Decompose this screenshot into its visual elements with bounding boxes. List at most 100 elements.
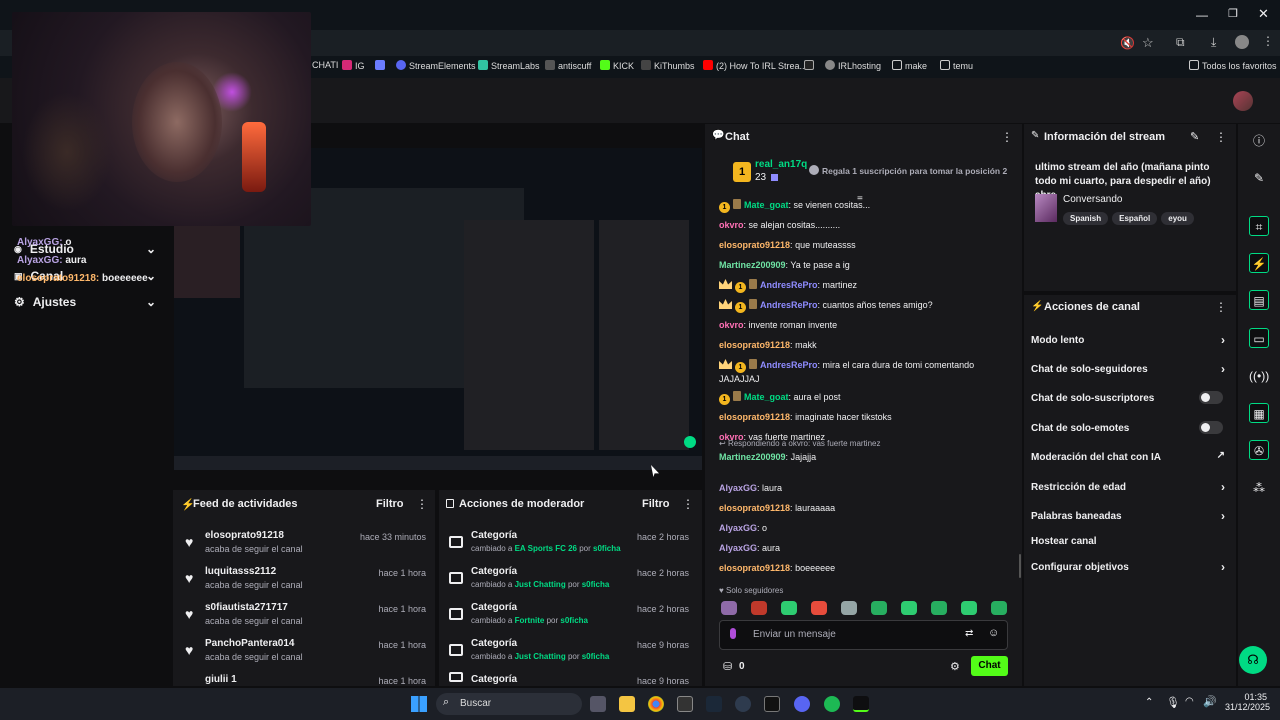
filter-button[interactable]: Filtro [642, 498, 670, 510]
layout-icon[interactable]: ▦ [1249, 403, 1269, 423]
microphone-icon[interactable]: 🎙 [1166, 696, 1180, 709]
steam-icon[interactable] [706, 696, 722, 712]
emoji-icon[interactable]: ☺ [988, 627, 999, 639]
more-options-icon[interactable]: ⋮ [1001, 130, 1013, 144]
moderator-name[interactable]: s0ficha [582, 580, 610, 589]
follower-name[interactable]: elosoprato91218 [205, 530, 284, 541]
chat-username[interactable]: elosoprato91218 [719, 412, 790, 422]
chat-username[interactable]: AndresRePro [760, 300, 818, 310]
emote-icon[interactable] [991, 601, 1007, 615]
chat-input[interactable]: Enviar un mensaje ⇄ ☺ [719, 620, 1008, 650]
emotes-only-toggle[interactable] [1199, 421, 1223, 434]
speaker-icon[interactable]: 🔊 [1203, 695, 1217, 708]
follower-name[interactable]: PanchoPantera014 [205, 638, 295, 649]
spotify-icon[interactable] [824, 696, 840, 712]
bookmark-up[interactable] [804, 60, 817, 71]
bookmark-ig[interactable]: IG [342, 60, 365, 71]
points-icon[interactable]: ⛁ [723, 660, 732, 673]
microphone-icon[interactable] [730, 628, 736, 639]
chat-icon[interactable]: ▭ [1249, 328, 1269, 348]
more-options-icon[interactable]: ⋮ [1215, 130, 1227, 144]
chat-username[interactable]: AlyaxGG [719, 483, 757, 493]
star-icon[interactable]: ☆ [1142, 35, 1154, 51]
bookmark-streamelements[interactable]: StreamElements [396, 60, 476, 71]
moderator-name[interactable]: s0ficha [582, 652, 610, 661]
edit-icon[interactable]: ✎ [1190, 130, 1199, 143]
chat-username[interactable]: okvro [719, 220, 744, 230]
emote-icon[interactable] [811, 601, 827, 615]
chat-username[interactable]: Mate_goat [744, 392, 789, 402]
chat-username[interactable]: AndresRePro [760, 360, 818, 370]
action-ai-moderation[interactable]: Moderación del chat con IA ↗ [1031, 450, 1231, 463]
bookmark-all-favorites[interactable]: Todos los favoritos [1189, 60, 1277, 71]
bookmark-streamlabs[interactable]: StreamLabs [478, 60, 540, 71]
emote-icon[interactable] [931, 601, 947, 615]
chat-username[interactable]: AndresRePro [760, 280, 818, 290]
info-icon[interactable]: ⓘ [1249, 131, 1269, 151]
subscribers-only-toggle[interactable] [1199, 391, 1223, 404]
chat-username[interactable]: elosoprato91218 [719, 340, 790, 350]
tag[interactable]: Español [1112, 212, 1158, 225]
chat-username[interactable]: okvro [719, 320, 744, 330]
chat-scrollbar[interactable] [1019, 554, 1021, 578]
action-subscribers-only[interactable]: Chat de solo-suscriptores [1031, 391, 1231, 404]
pencil-icon[interactable]: ✎ [1249, 168, 1269, 188]
bookmark-kick[interactable]: KICK [600, 60, 634, 71]
app-icon[interactable] [677, 696, 693, 712]
obs-icon[interactable] [735, 696, 751, 712]
tag[interactable]: eyou [1161, 212, 1194, 225]
more-options-icon[interactable]: ⋮ [682, 497, 694, 511]
windows-start-icon[interactable] [411, 696, 427, 712]
chat-username[interactable]: elosoprato91218 [719, 563, 790, 573]
active-app-icon[interactable] [853, 696, 869, 712]
task-view-icon[interactable] [590, 696, 606, 712]
download-icon[interactable]: ⤓ [1211, 35, 1216, 50]
support-headset-icon[interactable]: ☊ [1239, 646, 1267, 674]
taskbar-search[interactable]: ⌕ Buscar [436, 693, 582, 715]
moderator-name[interactable]: s0ficha [560, 616, 588, 625]
menu-icon[interactable]: ⋮ [1262, 34, 1274, 48]
close-icon[interactable]: ✕ [1258, 6, 1269, 22]
crop-icon[interactable]: ⌗ [1249, 216, 1269, 236]
bookmark-folder-make[interactable]: make [892, 60, 927, 71]
mute-icon[interactable]: 🔇 [1120, 36, 1135, 50]
clipboard-icon[interactable]: ▤ [1249, 290, 1269, 310]
chat-username[interactable]: AlyaxGG [719, 543, 757, 553]
gear-icon[interactable]: ⚙ [950, 660, 960, 673]
action-emotes-only[interactable]: Chat de solo-emotes [1031, 421, 1231, 434]
emote-icon[interactable] [841, 601, 857, 615]
send-chat-button[interactable]: Chat [971, 656, 1008, 676]
more-options-icon[interactable]: ⋮ [416, 497, 428, 511]
stream-category[interactable]: Conversando [1063, 194, 1122, 205]
profile-avatar[interactable] [1235, 35, 1249, 49]
chat-username[interactable]: elosoprato91218 [719, 503, 790, 513]
chat-username[interactable]: Martinez200909 [719, 452, 786, 462]
bookmark-chati[interactable]: CHATI [312, 60, 338, 70]
maximize-icon[interactable]: ❐ [1228, 7, 1238, 20]
chat-username[interactable]: AlyaxGG [719, 523, 757, 533]
bookmark-folder-temu[interactable]: temu [940, 60, 973, 71]
follower-name[interactable]: s0fiautista271717 [205, 602, 288, 613]
chat-username[interactable]: Martinez200909 [719, 260, 786, 270]
action-followers-only[interactable]: Chat de solo-seguidores › [1031, 362, 1231, 376]
apps-icon[interactable]: ⁂ [1249, 478, 1269, 498]
filter-button[interactable]: Filtro [376, 498, 404, 510]
chevron-up-icon[interactable]: ⌃ [1145, 697, 1153, 708]
action-slow-mode[interactable]: Modo lento › [1031, 333, 1231, 347]
wifi-icon[interactable]: ◠ [1185, 696, 1194, 707]
action-banned-words[interactable]: Palabras baneadas › [1031, 509, 1231, 523]
more-options-icon[interactable]: ⋮ [1215, 300, 1227, 314]
emote-icon[interactable] [721, 601, 737, 615]
wrench-icon[interactable]: ✇ [1249, 440, 1269, 460]
bookmark-irlhosting[interactable]: IRLhosting [825, 60, 881, 71]
action-age-restriction[interactable]: Restricción de edad › [1031, 480, 1231, 494]
gift-promo-text[interactable]: Regala 1 suscripción para tomar la posic… [822, 166, 1007, 176]
chrome-icon[interactable] [648, 696, 664, 712]
tag[interactable]: Spanish [1063, 212, 1109, 225]
bookmark-youtube[interactable]: (2) How To IRL Strea... [703, 60, 807, 71]
broadcast-icon[interactable]: ((•)) [1249, 366, 1269, 386]
bookmark-antiscuff[interactable]: antiscuff [545, 60, 591, 71]
follower-name[interactable]: giulii 1 [205, 674, 237, 685]
extensions-icon[interactable]: ⧉ [1176, 35, 1185, 50]
top-gifter-name[interactable]: real_an17q [755, 159, 807, 170]
